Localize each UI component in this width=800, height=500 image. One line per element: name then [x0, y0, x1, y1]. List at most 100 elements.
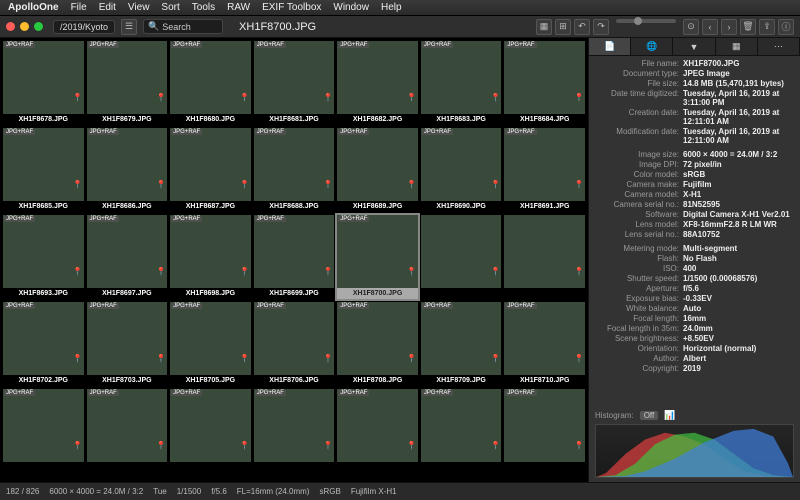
thumb-filename: XH1F8709.JPG: [421, 375, 502, 386]
close-icon[interactable]: [6, 22, 15, 31]
back-icon[interactable]: ‹: [702, 19, 718, 35]
thumbnail[interactable]: JPG+RAF📍: [87, 389, 168, 473]
grid-icon[interactable]: ⊞: [555, 19, 571, 35]
geo-pin-icon: 📍: [574, 441, 584, 450]
trash-icon[interactable]: 🗑: [740, 19, 756, 35]
menu-window[interactable]: Window: [333, 2, 369, 13]
thumbnail[interactable]: JPG+RAF📍XH1F8686.JPG: [87, 128, 168, 212]
thumbnail[interactable]: JPG+RAF📍XH1F8699.JPG: [254, 215, 335, 299]
thumbnail[interactable]: 📍: [504, 215, 585, 299]
meta-key: Modification date:: [595, 127, 679, 145]
zoom-slider[interactable]: [616, 19, 676, 23]
metadata-panel: File name:XH1F8700.JPGDocument type:JPEG…: [589, 56, 800, 406]
thumb-filename: XH1F8702.JPG: [3, 375, 84, 386]
thumbnail[interactable]: JPG+RAF📍: [3, 389, 84, 473]
geo-pin-icon: 📍: [407, 93, 417, 102]
thumbnail[interactable]: JPG+RAF📍XH1F8680.JPG: [170, 41, 251, 125]
thumbnail[interactable]: JPG+RAF📍XH1F8700.JPG: [337, 215, 418, 299]
loupe-icon[interactable]: ⊙: [683, 19, 699, 35]
thumb-image: JPG+RAF📍: [337, 302, 418, 375]
thumbnail[interactable]: JPG+RAF📍XH1F8708.JPG: [337, 302, 418, 386]
thumb-filename: XH1F8700.JPG: [337, 288, 418, 299]
thumbnail[interactable]: JPG+RAF📍XH1F8705.JPG: [170, 302, 251, 386]
tab-actions[interactable]: ⋯: [758, 38, 800, 55]
menu-help[interactable]: Help: [381, 2, 402, 13]
meta-row: Aperture:f/5.6: [595, 283, 794, 293]
thumbnail[interactable]: 📍: [421, 215, 502, 299]
thumbnail[interactable]: JPG+RAF📍XH1F8689.JPG: [337, 128, 418, 212]
meta-key: ISO:: [595, 264, 679, 273]
meta-row: Color model:sRGB: [595, 169, 794, 179]
geo-pin-icon: 📍: [73, 354, 83, 363]
thumbnail[interactable]: JPG+RAF📍XH1F8706.JPG: [254, 302, 335, 386]
share-icon[interactable]: ⇪: [759, 19, 775, 35]
thumbnail[interactable]: JPG+RAF📍XH1F8683.JPG: [421, 41, 502, 125]
meta-row: Shutter speed:1/1500 (0.00068576): [595, 273, 794, 283]
thumbnail[interactable]: JPG+RAF📍: [254, 389, 335, 473]
thumbnail[interactable]: JPG+RAF📍XH1F8681.JPG: [254, 41, 335, 125]
thumbnail[interactable]: JPG+RAF📍XH1F8688.JPG: [254, 128, 335, 212]
thumbnail[interactable]: JPG+RAF📍XH1F8691.JPG: [504, 128, 585, 212]
thumbnail[interactable]: JPG+RAF📍XH1F8697.JPG: [87, 215, 168, 299]
thumbnail[interactable]: JPG+RAF📍XH1F8690.JPG: [421, 128, 502, 212]
histogram-mode-icon[interactable]: 📊: [664, 410, 675, 421]
tab-swatches[interactable]: ▦: [716, 38, 758, 55]
thumbnail[interactable]: JPG+RAF📍XH1F8678.JPG: [3, 41, 84, 125]
menu-raw[interactable]: RAW: [227, 2, 250, 13]
thumbnail[interactable]: JPG+RAF📍XH1F8687.JPG: [170, 128, 251, 212]
thumbnail[interactable]: JPG+RAF📍: [337, 389, 418, 473]
status-fl: FL=16mm (24.0mm): [237, 487, 310, 496]
meta-row: Document type:JPEG Image: [595, 68, 794, 78]
thumbnail[interactable]: JPG+RAF📍XH1F8679.JPG: [87, 41, 168, 125]
rotate-right-icon[interactable]: ↷: [593, 19, 609, 35]
thumb-filename: XH1F8698.JPG: [170, 288, 251, 299]
minimize-icon[interactable]: [20, 22, 29, 31]
thumbnail[interactable]: JPG+RAF📍XH1F8685.JPG: [3, 128, 84, 212]
thumbnail[interactable]: JPG+RAF📍XH1F8702.JPG: [3, 302, 84, 386]
status-count: 182 / 826: [6, 487, 39, 496]
menu-tools[interactable]: Tools: [192, 2, 215, 13]
view-mode-icon[interactable]: ▦: [536, 19, 552, 35]
thumbnail[interactable]: JPG+RAF📍XH1F8693.JPG: [3, 215, 84, 299]
thumbnail[interactable]: JPG+RAF📍XH1F8682.JPG: [337, 41, 418, 125]
thumb-image: JPG+RAF📍: [421, 41, 502, 114]
menu-edit[interactable]: Edit: [99, 2, 116, 13]
rotate-left-icon[interactable]: ↶: [574, 19, 590, 35]
thumbnail[interactable]: JPG+RAF📍: [421, 389, 502, 473]
format-badge: JPG+RAF: [422, 42, 453, 48]
thumbnail[interactable]: JPG+RAF📍XH1F8703.JPG: [87, 302, 168, 386]
meta-value: Auto: [683, 304, 794, 313]
menu-sort[interactable]: Sort: [161, 2, 179, 13]
search-input[interactable]: 🔍Search: [143, 19, 223, 34]
menu-file[interactable]: File: [71, 2, 87, 13]
thumbnail[interactable]: JPG+RAF📍XH1F8710.JPG: [504, 302, 585, 386]
meta-key: Image size:: [595, 150, 679, 159]
info-icon[interactable]: ⓘ: [778, 19, 794, 35]
thumb-filename: [3, 462, 84, 473]
sidebar-toggle-icon[interactable]: ☰: [121, 19, 137, 35]
tab-filter[interactable]: ▼: [673, 38, 715, 55]
thumb-image: JPG+RAF📍: [504, 128, 585, 201]
tab-globe[interactable]: 🌐: [631, 38, 673, 55]
thumb-filename: XH1F8699.JPG: [254, 288, 335, 299]
search-placeholder: Search: [162, 22, 191, 32]
status-bar: 182 / 826 6000 × 4000 = 24.0M / 3:2 Tue …: [0, 482, 800, 500]
thumbnail[interactable]: JPG+RAF📍: [170, 389, 251, 473]
histogram-label: Histogram:: [595, 411, 634, 420]
zoom-icon[interactable]: [34, 22, 43, 31]
histogram-off-button[interactable]: Off: [640, 411, 659, 420]
tab-info[interactable]: 📄: [589, 38, 631, 55]
thumbnail[interactable]: JPG+RAF📍XH1F8709.JPG: [421, 302, 502, 386]
thumbnail[interactable]: JPG+RAF📍XH1F8684.JPG: [504, 41, 585, 125]
meta-row: Orientation:Horizontal (normal): [595, 343, 794, 353]
thumbnail[interactable]: JPG+RAF📍: [504, 389, 585, 473]
path-field[interactable]: /2019/Kyoto: [53, 20, 115, 34]
format-badge: JPG+RAF: [338, 390, 369, 396]
meta-key: Date time digitized:: [595, 89, 679, 107]
menu-view[interactable]: View: [128, 2, 150, 13]
menu-exif[interactable]: EXIF Toolbox: [262, 2, 321, 13]
thumbnail[interactable]: JPG+RAF📍XH1F8698.JPG: [170, 215, 251, 299]
geo-pin-icon: 📍: [73, 441, 83, 450]
format-badge: JPG+RAF: [255, 303, 286, 309]
forward-icon[interactable]: ›: [721, 19, 737, 35]
